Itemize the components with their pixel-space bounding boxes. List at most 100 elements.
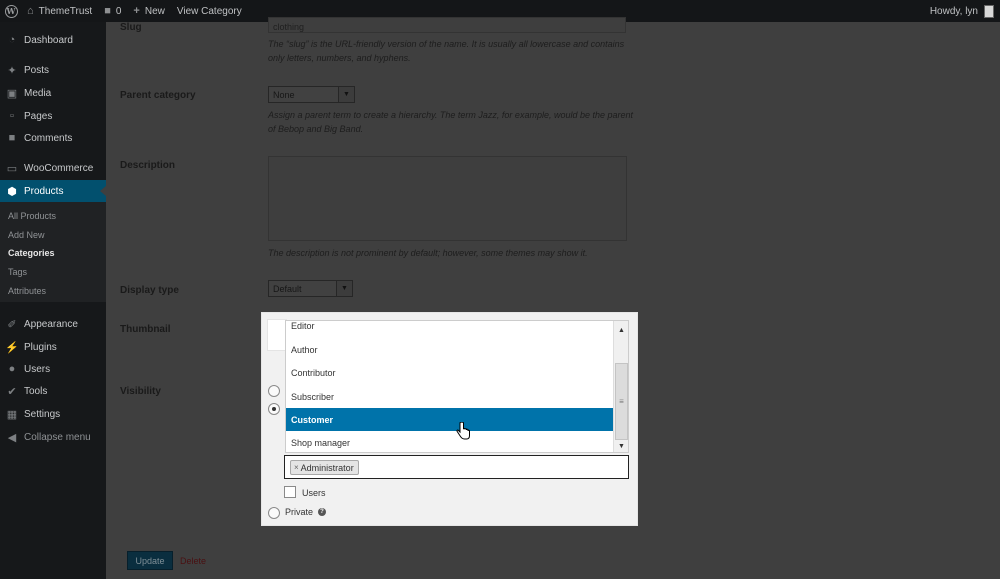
menu-label: Settings [24,408,61,420]
selected-role-label: Administrator [300,462,354,473]
role-option[interactable]: Author [286,338,613,361]
avatar [984,4,994,18]
view-category-link[interactable]: View Category [171,0,248,22]
submenu-categories[interactable]: Categories [8,248,55,258]
visibility-radio-public[interactable] [268,385,280,397]
users-checkbox[interactable] [284,486,296,498]
parent-category-select[interactable]: None ▼ [268,86,355,103]
menu-label: Dashboard [24,34,73,46]
comments-count: 0 [115,5,122,17]
description-help: The description is not prominent by defa… [268,248,588,258]
menu-item-comments[interactable]: ■ Comments [0,127,106,149]
delete-link[interactable]: Delete [180,556,206,566]
comment-icon: ■ [8,132,16,144]
submenu-tags[interactable]: Tags [8,267,27,277]
thumbnail-preview [267,319,287,351]
plus-icon: + [133,5,140,17]
menu-label: Media [24,87,52,99]
settings-sliders-icon: ▦ [6,408,18,421]
menu-label: Comments [24,132,73,144]
selected-role-chip[interactable]: × Administrator [290,460,359,475]
description-label: Description [120,160,176,171]
submenu-attributes[interactable]: Attributes [8,286,46,296]
scroll-up-arrow-icon[interactable]: ▲ [614,323,628,337]
brush-icon: ✐ [7,318,17,331]
description-textarea[interactable] [268,156,627,241]
menu-item-pages[interactable]: ▫ Pages [0,105,106,127]
wrench-icon: ✔ [7,385,17,398]
my-account-link[interactable]: Howdy, lyn [930,4,1000,18]
new-label: New [144,5,165,17]
menu-label: Plugins [24,341,57,353]
scrollbar-thumb[interactable]: ≡ [615,363,628,440]
dropdown-scrollbar[interactable]: ▲ ≡ ▼ [613,321,628,452]
slug-label: Slug [120,22,142,33]
admin-side-menu: ◔ Dashboard ✦ Posts ▣ Media ▫ Pages ■ Co… [0,22,106,579]
view-category-label: View Category [176,5,242,17]
menu-label: Tools [24,385,48,397]
private-label: Private [285,507,314,517]
user-icon: ● [8,363,16,375]
parent-description-line: of Bebop and Big Band. [268,124,364,134]
menu-item-products[interactable]: ⬢ Products [0,180,106,202]
menu-item-media[interactable]: ▣ Media [0,82,106,104]
pin-icon: ✦ [7,64,17,77]
wordpress-menu[interactable]: W [1,1,21,21]
menu-item-woocommerce[interactable]: ▭ WooCommerce [0,157,106,179]
display-type-label: Display type [120,285,179,296]
woocommerce-icon: ▭ [6,162,18,175]
menu-item-settings[interactable]: ▦ Settings [0,403,106,425]
visibility-label: Visibility [120,386,161,397]
role-option-highlighted[interactable]: Customer [286,408,613,431]
site-name-label: ThemeTrust [38,5,93,17]
menu-label: Collapse menu [24,431,91,443]
menu-item-tools[interactable]: ✔ Tools [0,380,106,402]
parent-category-value: None [273,90,295,100]
menu-item-users[interactable]: ● Users [0,358,106,380]
menu-item-appearance[interactable]: ✐ Appearance [0,313,106,335]
parent-description-line: Assign a parent term to create a hierarc… [268,110,634,120]
slug-description-line: only letters, numbers, and hyphens. [268,53,411,63]
site-name-link[interactable]: ⌂ ThemeTrust [21,0,98,22]
products-box-icon: ⬢ [7,185,17,198]
comment-bubble-icon: ■ [104,5,111,17]
display-type-select[interactable]: Default ▼ [268,280,353,297]
thumbnail-label: Thumbnail [120,324,171,335]
display-type-value: Default [273,284,302,294]
menu-label: Posts [24,64,50,76]
menu-item-plugins[interactable]: ⚡ Plugins [0,336,106,358]
slug-input[interactable]: clothing [268,17,626,33]
role-option[interactable]: Contributor [286,361,613,384]
help-question-icon[interactable]: ? [318,508,326,516]
plug-icon: ⚡ [5,341,19,354]
roles-dropdown-list[interactable]: Editor Author Contributor Subscriber Cus… [285,320,629,453]
slug-description-line: The “slug” is the URL-friendly version o… [268,39,625,49]
media-icon: ▣ [6,87,18,100]
collapse-arrow-icon: ◀ [7,431,17,444]
parent-category-description: Assign a parent term to create a hierarc… [268,108,633,136]
menu-item-dashboard[interactable]: ◔ Dashboard [0,29,106,51]
comments-link[interactable]: ■ 0 [98,0,127,22]
visibility-radio-private[interactable] [268,507,280,519]
submenu-all-products[interactable]: All Products [8,211,56,221]
chevron-down-icon: ▼ [336,281,352,296]
submenu-add-new[interactable]: Add New [8,230,45,240]
role-option[interactable]: Shop manager [286,431,613,452]
menu-label: Pages [24,110,53,122]
home-icon: ⌂ [27,5,34,17]
products-submenu: All Products Add New Categories Tags Att… [0,202,106,302]
collapse-menu-button[interactable]: ◀ Collapse menu [0,426,106,448]
selected-roles-box[interactable]: × Administrator [284,455,629,479]
visibility-radio-roles[interactable] [268,403,280,415]
hand-pointer-icon [456,422,470,440]
wordpress-logo-icon: W [4,4,18,18]
remove-chip-icon[interactable]: × [294,463,299,472]
menu-item-posts[interactable]: ✦ Posts [0,59,106,81]
parent-category-label: Parent category [120,90,196,101]
new-content-link[interactable]: + New [127,0,170,22]
update-button[interactable]: Update [127,551,173,570]
role-option[interactable]: Editor [286,321,613,331]
role-option[interactable]: Subscriber [286,385,613,408]
menu-label: WooCommerce [24,162,94,174]
scroll-down-arrow-icon[interactable]: ▼ [614,439,628,452]
